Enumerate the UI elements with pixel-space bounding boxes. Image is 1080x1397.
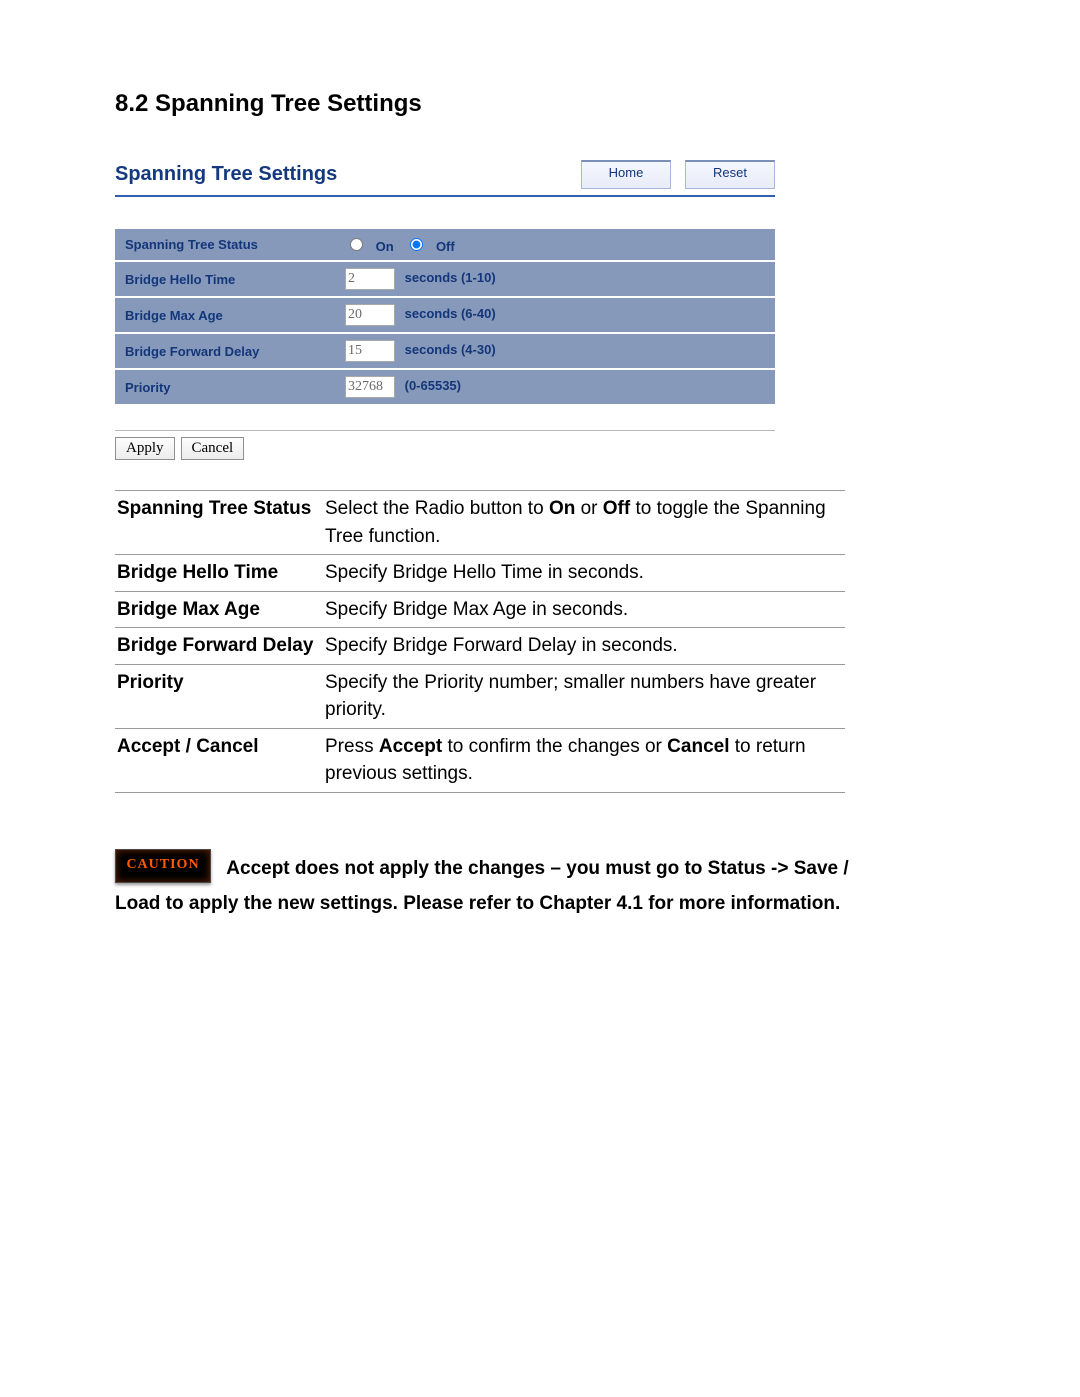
desc-term: Bridge Hello Time [115,555,323,592]
row-label: Bridge Forward Delay [115,333,335,369]
desc-term: Priority [115,664,323,728]
desc-text: Specify Bridge Forward Delay in seconds. [323,628,845,665]
table-row: Priority Specify the Priority number; sm… [115,664,845,728]
desc-text: Specify Bridge Hello Time in seconds. [323,555,845,592]
table-row: Spanning Tree Status Select the Radio bu… [115,491,845,555]
desc-term: Accept / Cancel [115,728,323,792]
status-on-label: On [376,239,394,254]
caution-text: Accept does not apply the changes – you … [115,858,849,914]
desc-term: Bridge Forward Delay [115,628,323,665]
table-row: Bridge Hello Time Specify Bridge Hello T… [115,555,845,592]
divider [115,430,775,431]
panel-title: Spanning Tree Settings [115,163,337,186]
row-label: Spanning Tree Status [115,228,335,261]
reset-button[interactable]: Reset [685,160,775,189]
hello-suffix: seconds (1-10) [405,270,496,285]
section-number: 8.2 [115,90,148,117]
row-label: Priority [115,369,335,405]
row-label: Bridge Hello Time [115,261,335,297]
desc-term: Bridge Max Age [115,591,323,628]
desc-text: Press Accept to confirm the changes or C… [323,728,845,792]
section-title: 8.2 Spanning Tree Settings [115,90,965,118]
section-name: Spanning Tree Settings [155,90,422,117]
caution-block: CAUTION Accept does not apply the change… [115,849,855,919]
fwd-input[interactable] [345,340,395,362]
cancel-button[interactable]: Cancel [181,437,245,460]
row-label: Bridge Max Age [115,297,335,333]
status-radio-group: On Off [345,239,463,254]
table-row: Spanning Tree Status On Off [115,228,775,261]
home-button[interactable]: Home [581,160,671,189]
settings-table: Spanning Tree Status On Off Bridge Hello… [115,227,775,406]
status-on-radio[interactable] [350,238,363,251]
table-row: Accept / Cancel Press Accept to confirm … [115,728,845,792]
hello-input[interactable] [345,268,395,290]
table-row: Bridge Hello Time seconds (1-10) [115,261,775,297]
table-row: Bridge Forward Delay seconds (4-30) [115,333,775,369]
table-row: Priority (0-65535) [115,369,775,405]
desc-text: Specify the Priority number; smaller num… [323,664,845,728]
maxage-suffix: seconds (6-40) [405,306,496,321]
panel-header: Spanning Tree Settings Home Reset [115,160,775,197]
desc-text: Specify Bridge Max Age in seconds. [323,591,845,628]
description-table: Spanning Tree Status Select the Radio bu… [115,490,845,793]
fwd-suffix: seconds (4-30) [405,342,496,357]
desc-text: Select the Radio button to On or Off to … [323,491,845,555]
status-off-radio[interactable] [410,238,423,251]
table-row: Bridge Forward Delay Specify Bridge Forw… [115,628,845,665]
priority-suffix: (0-65535) [405,378,461,393]
priority-input[interactable] [345,376,395,398]
table-row: Bridge Max Age seconds (6-40) [115,297,775,333]
caution-badge-icon: CAUTION [115,849,211,883]
maxage-input[interactable] [345,304,395,326]
settings-panel: Spanning Tree Settings Home Reset Spanni… [115,160,775,460]
status-off-label: Off [436,239,455,254]
apply-button[interactable]: Apply [115,437,175,460]
desc-term: Spanning Tree Status [115,491,323,555]
table-row: Bridge Max Age Specify Bridge Max Age in… [115,591,845,628]
